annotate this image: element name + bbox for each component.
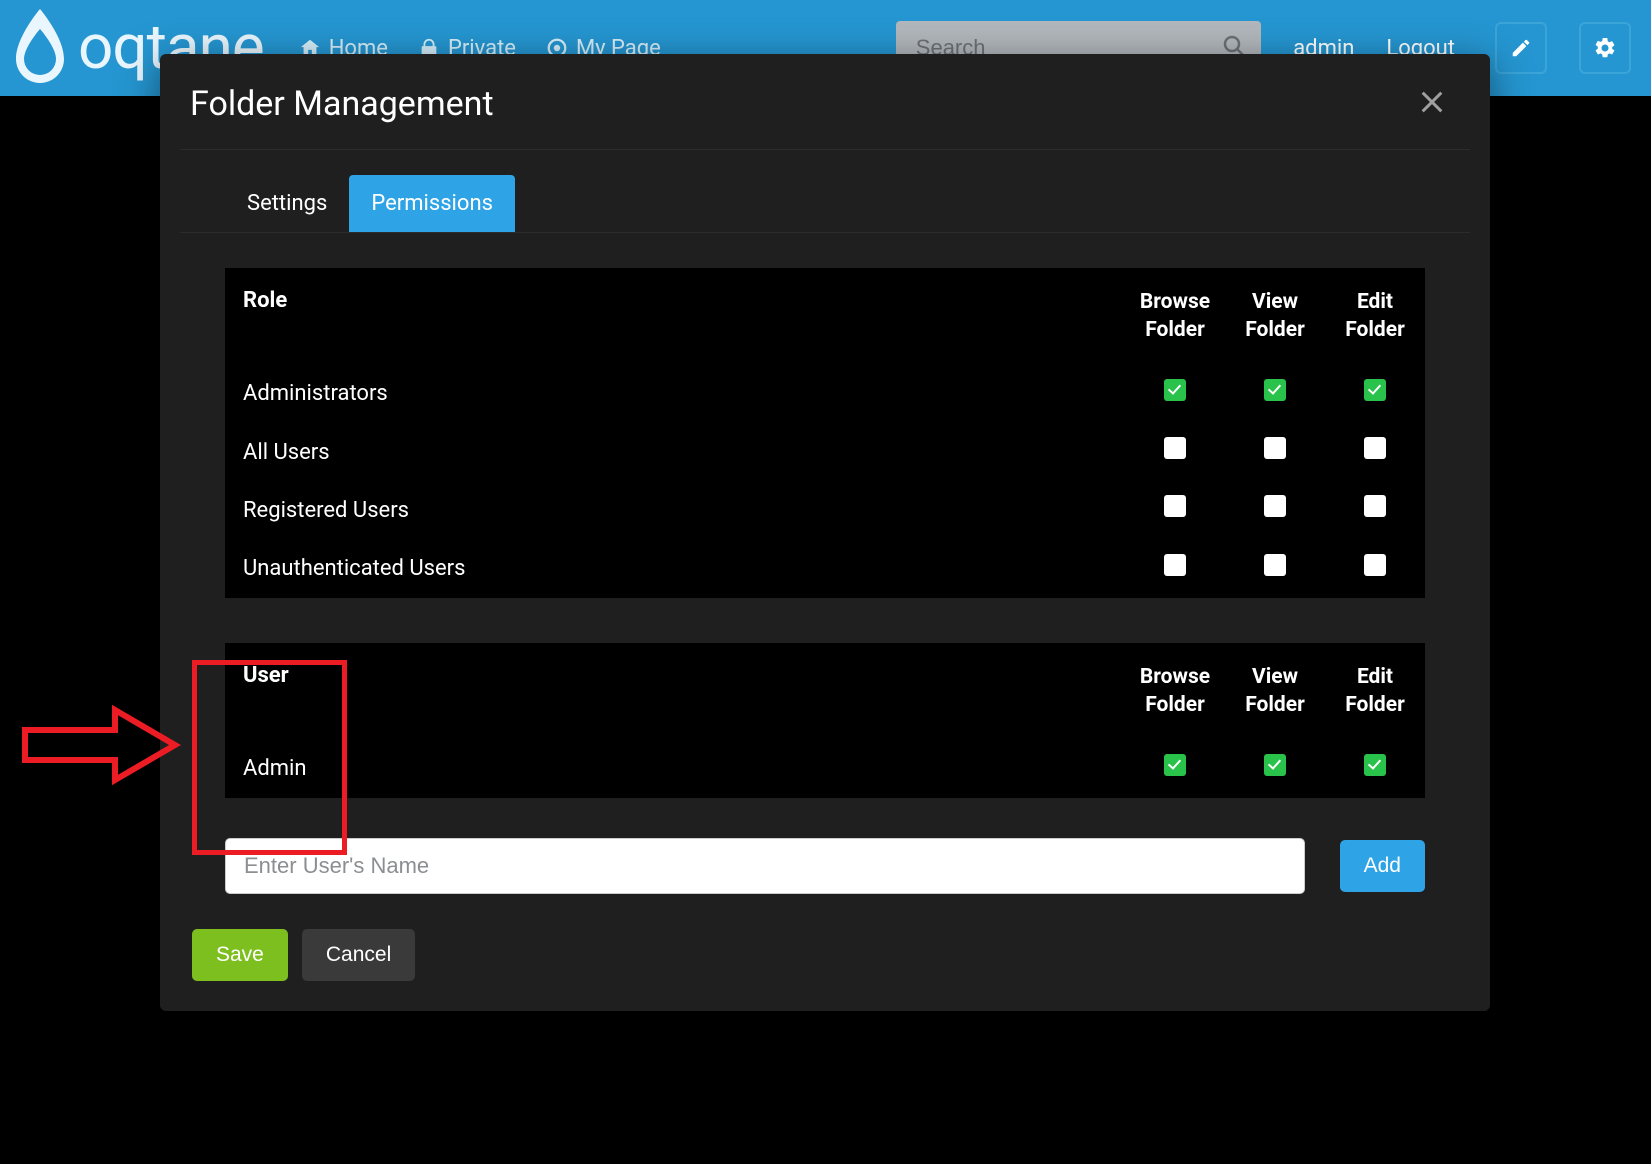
- checkbox-view[interactable]: [1264, 495, 1286, 517]
- gear-icon: [1593, 36, 1617, 60]
- col-view: View Folder: [1225, 643, 1325, 740]
- add-button[interactable]: Add: [1340, 840, 1425, 892]
- modal-actions: Save Cancel: [180, 929, 1470, 981]
- role-permissions-table: Role Browse Folder View Folder Edit Fold…: [225, 268, 1425, 598]
- checkbox-view[interactable]: [1264, 379, 1286, 401]
- checkbox-view[interactable]: [1264, 437, 1286, 459]
- user-permissions-table: User Browse Folder View Folder Edit Fold…: [225, 643, 1425, 798]
- col-edit: Edit Folder: [1325, 268, 1425, 365]
- role-name: Registered Users: [225, 481, 1125, 539]
- checkbox-browse[interactable]: [1164, 754, 1186, 776]
- checkbox-edit[interactable]: [1364, 554, 1386, 576]
- role-row: Administrators: [225, 365, 1425, 423]
- save-button[interactable]: Save: [192, 929, 288, 981]
- modal-header: Folder Management: [180, 84, 1470, 150]
- edit-button[interactable]: [1495, 22, 1547, 74]
- role-row: Unauthenticated Users: [225, 540, 1425, 598]
- folder-management-modal: Folder Management Settings Permissions R…: [160, 54, 1490, 1011]
- tab-settings[interactable]: Settings: [225, 175, 349, 232]
- checkbox-edit[interactable]: [1364, 437, 1386, 459]
- col-edit: Edit Folder: [1325, 643, 1425, 740]
- add-user-row: Add: [180, 838, 1470, 894]
- checkbox-edit[interactable]: [1364, 379, 1386, 401]
- checkbox-view[interactable]: [1264, 554, 1286, 576]
- col-user: User: [225, 643, 1125, 740]
- checkbox-browse[interactable]: [1164, 379, 1186, 401]
- settings-button[interactable]: [1579, 22, 1631, 74]
- cancel-button[interactable]: Cancel: [302, 929, 415, 981]
- tabs: Settings Permissions: [180, 175, 1470, 233]
- role-name: Unauthenticated Users: [225, 540, 1125, 598]
- flame-icon: [10, 9, 70, 87]
- checkbox-browse[interactable]: [1164, 495, 1186, 517]
- role-row: Registered Users: [225, 481, 1425, 539]
- col-role: Role: [225, 268, 1125, 365]
- close-icon: [1418, 88, 1446, 116]
- user-name-input[interactable]: [225, 838, 1305, 894]
- col-browse: Browse Folder: [1125, 643, 1225, 740]
- modal-title: Folder Management: [190, 84, 494, 124]
- user-row: Admin: [225, 740, 1425, 798]
- checkbox-browse[interactable]: [1164, 437, 1186, 459]
- role-name: All Users: [225, 423, 1125, 481]
- permissions-panel: Role Browse Folder View Folder Edit Fold…: [180, 233, 1470, 798]
- col-view: View Folder: [1225, 268, 1325, 365]
- user-name: Admin: [225, 740, 1125, 798]
- close-button[interactable]: [1414, 84, 1450, 124]
- pencil-icon: [1510, 37, 1532, 59]
- checkbox-browse[interactable]: [1164, 554, 1186, 576]
- tab-permissions[interactable]: Permissions: [349, 175, 515, 232]
- checkbox-edit[interactable]: [1364, 495, 1386, 517]
- checkbox-view[interactable]: [1264, 754, 1286, 776]
- role-row: All Users: [225, 423, 1425, 481]
- role-name: Administrators: [225, 365, 1125, 423]
- col-browse: Browse Folder: [1125, 268, 1225, 365]
- checkbox-edit[interactable]: [1364, 754, 1386, 776]
